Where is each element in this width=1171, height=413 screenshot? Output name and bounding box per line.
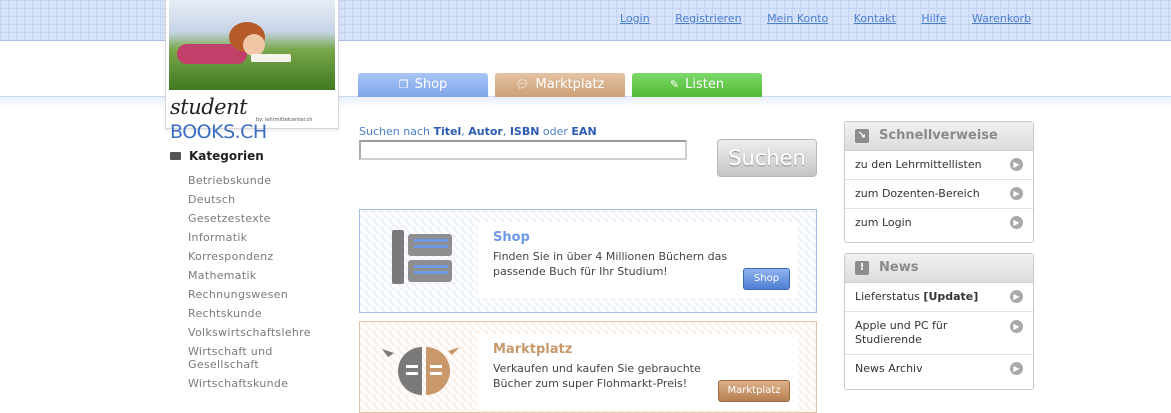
cart-link[interactable]: Warenkorb	[972, 12, 1031, 25]
site-logo[interactable]: student BOOKS.CH by: lehrmittelcenter.ch	[165, 0, 339, 143]
news-item[interactable]: Apple und PC für Studierende ▶	[845, 312, 1033, 355]
speech-bubble-icon: 💬︎	[515, 78, 530, 91]
category-item[interactable]: Informatik	[188, 231, 318, 244]
chevron-right-icon: ▶	[1010, 320, 1023, 333]
quicklinks-heading: ↘ Schnellverweise	[845, 122, 1033, 151]
logo-photo	[169, 0, 335, 90]
promo-marktplatz-title: Marktplatz	[493, 342, 573, 357]
promo-marktplatz-text: Verkaufen und kaufen Sie gebrauchte Büch…	[493, 362, 701, 390]
login-link[interactable]: Login	[620, 12, 650, 25]
logo-subtitle: by: lehrmittelcenter.ch	[256, 117, 313, 123]
promo-shop-title: Shop	[493, 230, 530, 245]
tab-shop[interactable]: ❐ Shop	[358, 73, 488, 97]
category-item[interactable]: Wirtschaft und Gesellschaft	[188, 345, 318, 371]
search-input[interactable]	[359, 140, 687, 160]
chevron-right-icon: ▶	[1010, 187, 1023, 200]
contact-link[interactable]: Kontakt	[854, 12, 896, 25]
exclamation-icon: !	[855, 260, 869, 275]
quicklink-item[interactable]: zum Dozenten-Bereich ▶	[845, 180, 1033, 209]
shop-button[interactable]: Shop	[743, 268, 790, 290]
news-heading: ! News	[845, 254, 1033, 283]
chevron-right-icon: ▶	[1010, 216, 1023, 229]
category-list: Betriebskunde Deutsch Gesetzestexte Info…	[188, 174, 318, 396]
news-item[interactable]: Lieferstatus [Update] ▶	[845, 283, 1033, 312]
tab-listen[interactable]: ✎ Listen	[632, 73, 762, 97]
pencil-icon: ✎	[669, 78, 680, 91]
category-item[interactable]: Deutsch	[188, 193, 318, 206]
category-item[interactable]: Mathematik	[188, 269, 318, 282]
chevron-right-icon: ▶	[1010, 158, 1023, 171]
category-item[interactable]: Betriebskunde	[188, 174, 318, 187]
help-link[interactable]: Hilfe	[921, 12, 946, 25]
folder-icon	[170, 152, 181, 160]
category-item[interactable]: Korrespondenz	[188, 250, 318, 263]
chevron-right-icon: ▶	[1010, 290, 1023, 303]
quicklinks-panel: ↘ Schnellverweise zu den Lehrmittellisten…	[844, 121, 1034, 243]
category-item[interactable]: Rechnungswesen	[188, 288, 318, 301]
marktplatz-button[interactable]: Marktplatz	[718, 380, 790, 402]
search-button[interactable]: Suchen	[717, 139, 817, 177]
categories-heading: Kategorien	[170, 149, 264, 163]
books-icon	[392, 230, 452, 284]
promo-marktplatz-content: Marktplatz Verkaufen und kaufen Sie gebr…	[478, 334, 798, 410]
category-item[interactable]: Rechtskunde	[188, 307, 318, 320]
account-link[interactable]: Mein Konto	[767, 12, 828, 25]
copy-icon: ❐	[398, 78, 409, 91]
chevron-right-icon: ▶	[1010, 362, 1023, 375]
promo-marktplatz: Marktplatz Verkaufen und kaufen Sie gebr…	[359, 321, 817, 413]
search-label: Suchen nach Titel, Autor, ISBN oder EAN	[359, 125, 597, 138]
quicklink-item[interactable]: zum Login ▶	[845, 209, 1033, 237]
news-item[interactable]: News Archiv ▶	[845, 355, 1033, 383]
promo-shop-content: Shop Finden Sie in über 4 Millionen Büch…	[478, 222, 798, 298]
quicklink-item[interactable]: zu den Lehrmittellisten ▶	[845, 151, 1033, 180]
chat-bubbles-icon	[382, 347, 460, 395]
category-item[interactable]: Wirtschaftskunde	[188, 377, 318, 390]
arrow-link-icon: ↘	[855, 128, 869, 143]
top-navigation: Login Registrieren Mein Konto Kontakt Hi…	[620, 12, 1053, 25]
promo-shop-text: Finden Sie in über 4 Millionen Büchern d…	[493, 250, 728, 278]
category-item[interactable]: Gesetzestexte	[188, 212, 318, 225]
tab-marktplatz[interactable]: 💬︎ Marktplatz	[495, 73, 625, 97]
category-item[interactable]: Volkswirtschaftslehre	[188, 326, 318, 339]
register-link[interactable]: Registrieren	[675, 12, 741, 25]
promo-shop: Shop Finden Sie in über 4 Millionen Büch…	[359, 209, 817, 313]
logo-wordmark: student BOOKS.CH	[170, 95, 267, 143]
news-panel: ! News Lieferstatus [Update] ▶ Apple und …	[844, 253, 1034, 390]
